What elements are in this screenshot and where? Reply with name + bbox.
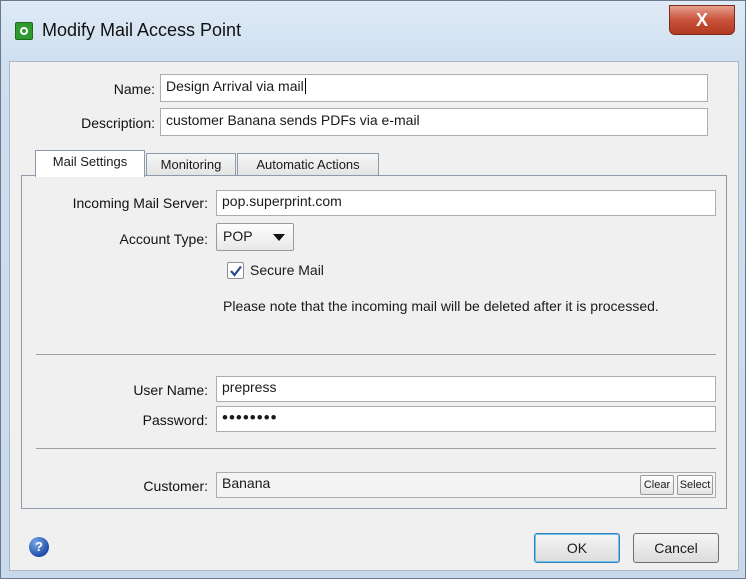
tab-automatic-actions[interactable]: Automatic Actions: [237, 153, 379, 177]
close-button[interactable]: X: [669, 5, 735, 35]
chevron-down-icon: [273, 234, 285, 241]
dialog-window: Modify Mail Access Point X Name: Design …: [0, 0, 746, 579]
title-bar: Modify Mail Access Point X: [2, 2, 744, 62]
account-type-select[interactable]: POP: [216, 223, 294, 251]
password-label: Password:: [142, 412, 208, 428]
help-icon[interactable]: ?: [29, 537, 49, 557]
description-label: Description:: [81, 115, 155, 131]
server-label: Incoming Mail Server:: [72, 195, 208, 211]
tab-mail-settings[interactable]: Mail Settings: [35, 150, 145, 177]
account-type-label: Account Type:: [119, 231, 208, 247]
password-field[interactable]: ••••••••: [216, 406, 716, 432]
deletion-note: Please note that the incoming mail will …: [223, 298, 659, 314]
username-field[interactable]: prepress: [216, 376, 716, 402]
mail-settings-panel: Incoming Mail Server: pop.superprint.com…: [21, 175, 727, 509]
server-field[interactable]: pop.superprint.com: [216, 190, 716, 216]
description-field[interactable]: customer Banana sends PDFs via e-mail: [160, 108, 708, 136]
name-field[interactable]: Design Arrival via mail: [160, 74, 708, 102]
username-label: User Name:: [133, 382, 208, 398]
select-button[interactable]: Select: [677, 475, 713, 495]
customer-value: Banana: [222, 475, 271, 491]
customer-label: Customer:: [143, 478, 208, 494]
separator: [36, 354, 716, 355]
app-icon: [15, 22, 33, 40]
account-type-value: POP: [223, 228, 253, 244]
clear-button[interactable]: Clear: [640, 475, 674, 495]
cancel-button[interactable]: Cancel: [633, 533, 719, 563]
ok-button[interactable]: OK: [534, 533, 620, 563]
secure-mail-checkbox[interactable]: [227, 262, 244, 279]
checkmark-icon: [230, 265, 242, 277]
separator: [36, 448, 716, 449]
name-value: Design Arrival via mail: [166, 78, 304, 94]
window-title: Modify Mail Access Point: [42, 20, 242, 40]
secure-mail-label: Secure Mail: [250, 262, 324, 278]
name-label: Name:: [113, 81, 155, 97]
tab-monitoring[interactable]: Monitoring: [146, 153, 236, 177]
